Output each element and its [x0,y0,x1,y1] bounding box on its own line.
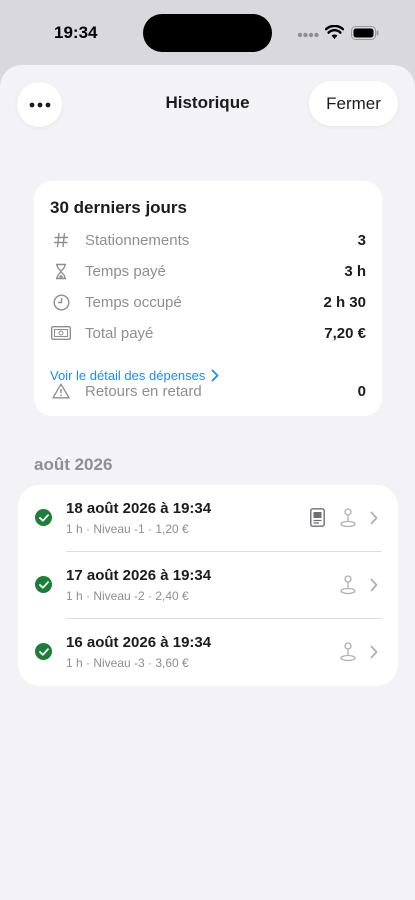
history-sheet: Historique Fermer 30 derniers jours Stat… [0,65,415,900]
stat-label: Temps occupé [85,293,182,311]
stat-value: 3 [357,231,366,249]
stat-row-late-returns: Retours en retard 0 [50,380,366,402]
map-pin-icon[interactable] [339,575,357,595]
clock-icon [50,291,72,313]
stat-label: Retours en retard [85,382,202,400]
stat-label: Stationnements [85,231,190,249]
close-button[interactable]: Fermer [309,81,398,126]
map-pin-icon[interactable] [339,642,357,662]
map-pin-icon[interactable] [339,508,357,528]
checkmark-circle-icon [35,509,52,526]
warning-icon [50,380,72,402]
receipt-icon[interactable] [310,508,325,527]
history-row[interactable]: 18 août 2026 à 19:34 1 h · Niveau -1 · 1… [18,485,398,552]
checkmark-circle-icon [35,643,52,660]
wifi-icon [325,25,344,39]
chevron-right-icon [370,511,378,525]
history-row-title: 17 août 2026 à 19:34 [66,567,212,584]
stat-row-total-paid: Total payé 7,20 € [50,322,366,344]
stat-row-parkings: Stationnements 3 [50,229,366,251]
stat-row-paid-time: Temps payé 3 h [50,260,366,282]
stat-label: Total payé [85,324,154,342]
status-time: 19:34 [54,23,98,42]
summary-title: 30 derniers jours [50,198,188,217]
history-row-subtitle: 1 h · Niveau -1 · 1,20 € [66,522,189,536]
cellular-signal-icon [297,32,319,38]
stat-value: 0 [357,382,366,400]
history-row-subtitle: 1 h · Niveau -2 · 2,40 € [66,589,189,603]
checkmark-circle-icon [35,576,52,593]
battery-icon [351,26,379,40]
stat-label: Temps payé [85,262,166,280]
stat-value: 3 h [344,262,366,280]
dynamic-island [143,14,272,52]
history-list: 18 août 2026 à 19:34 1 h · Niveau -1 · 1… [18,485,398,686]
stat-row-occupied-time: Temps occupé 2 h 30 [50,291,366,313]
stat-value: 7,20 € [324,324,366,342]
history-row-title: 18 août 2026 à 19:34 [66,500,212,517]
history-row[interactable]: 16 août 2026 à 19:34 1 h · Niveau -3 · 3… [18,619,398,686]
hash-icon [50,229,72,251]
month-section-header: août 2026 [34,455,113,474]
chevron-right-icon [370,578,378,592]
hourglass-icon [50,260,72,282]
chevron-right-icon [370,645,378,659]
history-row-subtitle: 1 h · Niveau -3 · 3,60 € [66,656,189,670]
banknote-icon [50,322,72,344]
stat-value: 2 h 30 [323,293,366,311]
history-row-title: 16 août 2026 à 19:34 [66,634,212,651]
status-bar: 19:34 [0,0,415,66]
history-row[interactable]: 17 août 2026 à 19:34 1 h · Niveau -2 · 2… [18,552,398,619]
